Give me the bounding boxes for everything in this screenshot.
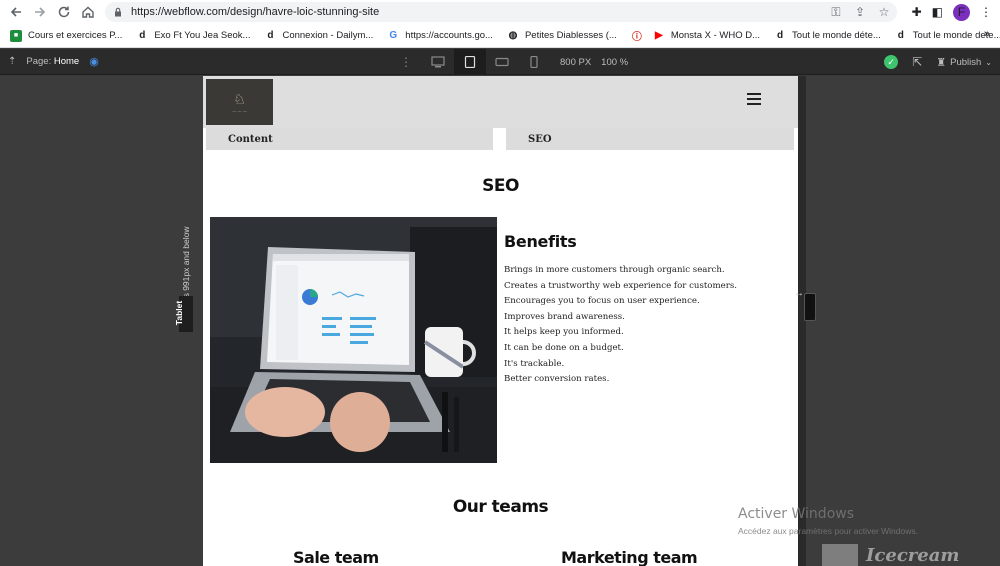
logo-emblem-icon: ♘ [233,90,246,107]
key-icon[interactable]: ⚿ [829,5,843,19]
bookmark-item[interactable]: ⓘ [631,30,649,43]
export-icon[interactable]: ⇱ [912,55,922,69]
benefits-list: Brings in more customers through organic… [504,263,794,388]
dailymotion-icon: d [897,30,904,41]
classroom-icon: ■ [10,29,22,42]
list-item: It can be done on a budget. [504,342,624,353]
bookmark-star-icon[interactable]: ☆ [877,5,891,19]
mobile-landscape-breakpoint-icon[interactable] [486,49,518,75]
more-options-icon[interactable]: ⋮ [390,55,422,69]
home-icon[interactable] [76,0,100,24]
tablet-breakpoint-icon[interactable] [454,49,486,75]
marketing-team-title: Marketing team [561,548,698,566]
mobile-portrait-breakpoint-icon[interactable] [518,49,550,75]
chevron-down-icon: ⌄ [985,57,992,67]
publish-button[interactable]: ♜ Publish ⌄ [936,56,992,69]
profile-avatar[interactable]: F [953,3,970,21]
list-item: Encourages you to focus on user experien… [504,296,700,307]
preview-eye-icon[interactable]: ◉ [89,55,99,68]
check-icon: ✓ [884,55,899,69]
list-item: Improves brand awareness. [504,311,625,322]
address-bar[interactable]: https://webflow.com/design/havre-loic-st… [105,2,897,22]
page-selector[interactable]: Page: Home [26,56,79,67]
bookmark-item[interactable]: d Tout le monde déte... [774,30,881,42]
bookmark-item[interactable]: d Exo Ft You Jea Seok... [136,30,250,42]
canvas-resize-handle[interactable] [804,293,816,321]
youtube-icon: ▶ [654,30,663,41]
tab-seo[interactable]: SEO [506,128,794,150]
sale-team-title: Sale team [293,548,379,566]
publish-icon: ♜ [936,56,947,69]
breakpoint-tag: Tablet [174,296,193,332]
windows-activation-watermark: Activer Windows Accédez aux paramètres p… [738,506,918,536]
bookmark-item[interactable]: ◍ Petites Diablesses (... [507,30,617,42]
canvas-width-readout[interactable]: 800 PX [560,57,591,68]
list-item: It's trackable. [504,358,565,369]
bookmark-item[interactable]: ▶ Monsta X - WHO D... [653,30,760,42]
icecream-logo-icon [822,544,858,566]
hamburger-menu-icon[interactable] [747,93,761,105]
dailymotion-icon: d [267,30,274,41]
back-icon[interactable] [4,0,28,24]
site-navbar: ♘ — — — [203,76,798,128]
google-icon: G [389,30,398,41]
bookmark-item[interactable]: ■ Cours et exercices P... [10,29,122,42]
lock-icon [115,7,121,17]
zoom-readout[interactable]: 100 % [601,57,628,68]
upload-icon[interactable]: ⇡ [8,56,16,67]
dailymotion-icon: d [139,30,146,41]
extensions-icon[interactable]: ✚ [912,5,922,19]
share-icon[interactable]: ⇪ [853,5,867,19]
icecream-recorder-watermark: Icecream [822,544,962,566]
dailymotion-icon: d [776,30,784,41]
seo-heading: SEO [482,176,519,196]
bookmarks-bar: ■ Cours et exercices P... d Exo Ft You Jea… [0,24,1000,48]
browser-toolbar: https://webflow.com/design/havre-loic-st… [0,0,1000,24]
list-item: Creates a trustworthy web experience for… [504,280,737,291]
list-item: Brings in more customers through organic… [504,265,725,275]
list-item: Better conversion rates. [504,374,610,385]
resize-arrows-icon: ↔ [794,288,804,299]
benefits-title: Benefits [504,232,577,251]
warning-icon: ⓘ [631,32,642,43]
logo-wordmark: — — — [232,107,247,113]
side-panel-icon[interactable]: ◧ [932,5,943,19]
teams-heading: Our teams [452,497,549,517]
bookmarks-more-icon[interactable]: » [984,28,990,40]
menu-kebab-icon[interactable]: ⋮ [980,5,992,19]
site-page: ♘ — — — Content SEO SEO Benefits Brings … [203,76,798,566]
desktop-breakpoint-icon[interactable] [422,49,454,75]
reload-icon[interactable] [52,0,76,24]
url-text: https://webflow.com/design/havre-loic-st… [131,6,380,18]
bookmark-item[interactable]: d Connexion - Dailym... [264,30,373,42]
laptop-photo [210,217,497,463]
forward-icon[interactable] [28,0,52,24]
globe-icon: ◍ [508,30,518,41]
tab-content[interactable]: Content [206,128,493,150]
bookmark-item[interactable]: Ghttps://accounts.go... [387,30,493,42]
list-item: It helps keep you informed. [504,327,624,338]
canvas-resize-rail [798,76,806,566]
webflow-toolbar: ⇡ Page: Home ◉ ⋮ 800 PX 100 % ✓ ⇱ ♜ Publ… [0,49,1000,75]
site-logo[interactable]: ♘ — — — [206,79,273,125]
